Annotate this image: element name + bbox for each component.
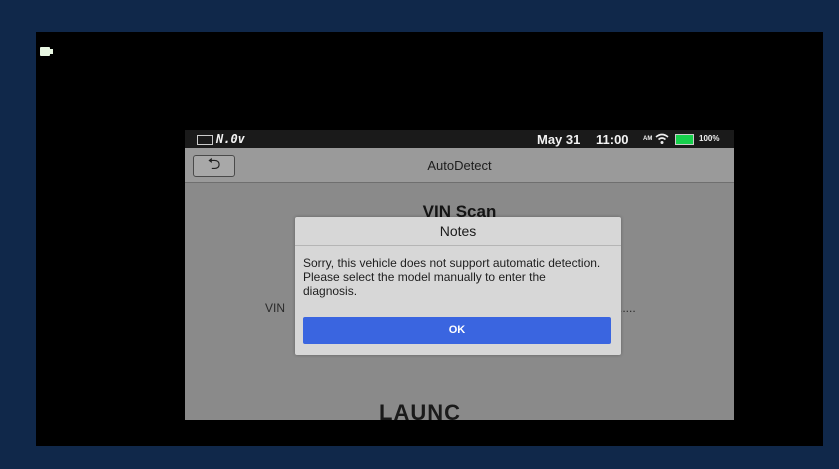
voltage-readout: N.0v	[216, 132, 245, 146]
device-screen: N.0v May 31 11:00 AM 100% ⮌ AutoDetect V…	[185, 130, 734, 420]
status-ampm: AM	[643, 136, 653, 142]
battery-icon	[197, 135, 213, 145]
photo-frame: N.0v May 31 11:00 AM 100% ⮌ AutoDetect V…	[36, 32, 823, 446]
title-bar: ⮌ AutoDetect	[185, 148, 734, 183]
notes-dialog: Notes Sorry, this vehicle does not suppo…	[295, 217, 621, 355]
ok-button[interactable]: OK	[303, 317, 611, 344]
vin-label: VIN	[265, 301, 286, 315]
status-date: May 31	[537, 132, 581, 147]
wifi-icon	[655, 133, 669, 145]
dialog-title: Notes	[295, 217, 621, 246]
screen-title: AutoDetect	[427, 158, 492, 173]
dialog-message: Sorry, this vehicle does not support aut…	[303, 256, 601, 298]
status-bar: N.0v May 31 11:00 AM 100%	[185, 130, 734, 148]
device-brand-logo: LAUNC	[379, 400, 461, 425]
camera-recording-icon	[40, 47, 53, 56]
battery-percent: 100%	[699, 134, 720, 143]
status-time: 11:00	[596, 132, 629, 147]
battery-level-icon	[675, 134, 694, 145]
